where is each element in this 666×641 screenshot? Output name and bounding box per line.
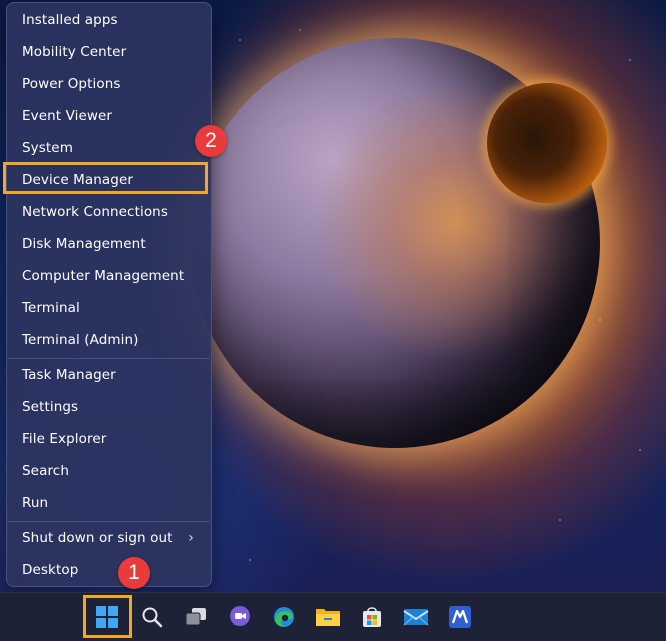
menu-item-installed-apps[interactable]: Installed apps bbox=[8, 5, 210, 35]
menu-item-desktop[interactable]: Desktop bbox=[8, 555, 210, 585]
menu-item-mobility-center[interactable]: Mobility Center bbox=[8, 37, 210, 67]
menu-item-system[interactable]: System bbox=[8, 133, 210, 163]
menu-item-terminal-admin[interactable]: Terminal (Admin) bbox=[8, 325, 210, 355]
menu-item-label: Run bbox=[22, 495, 49, 511]
menu-item-file-explorer[interactable]: File Explorer bbox=[8, 424, 210, 454]
menu-separator bbox=[8, 358, 210, 359]
menu-item-label: Search bbox=[22, 463, 69, 479]
app-icon[interactable] bbox=[443, 600, 477, 634]
menu-item-computer-management[interactable]: Computer Management bbox=[8, 261, 210, 291]
menu-item-label: Terminal (Admin) bbox=[22, 332, 139, 348]
menu-item-label: Task Manager bbox=[22, 367, 116, 383]
menu-item-label: Installed apps bbox=[22, 12, 118, 28]
quick-link-menu: Installed apps Mobility Center Power Opt… bbox=[6, 2, 212, 587]
microsoft-store-icon[interactable] bbox=[355, 600, 389, 634]
chat-icon[interactable] bbox=[223, 600, 257, 634]
menu-item-label: Desktop bbox=[22, 562, 79, 578]
task-view-icon[interactable] bbox=[179, 600, 213, 634]
file-explorer-icon[interactable] bbox=[311, 600, 345, 634]
menu-item-label: Network Connections bbox=[22, 204, 168, 220]
menu-item-label: Power Options bbox=[22, 76, 121, 92]
menu-item-label: System bbox=[22, 140, 73, 156]
device-manager-highlight-box bbox=[3, 162, 208, 194]
menu-item-label: Event Viewer bbox=[22, 108, 113, 124]
menu-item-label: Mobility Center bbox=[22, 44, 127, 60]
step-2-badge: 2 bbox=[195, 125, 227, 157]
mail-icon[interactable] bbox=[399, 600, 433, 634]
menu-item-search[interactable]: Search bbox=[8, 456, 210, 486]
wallpaper-moon bbox=[487, 83, 607, 203]
menu-item-network-connections[interactable]: Network Connections bbox=[8, 197, 210, 227]
edge-browser-icon[interactable] bbox=[267, 600, 301, 634]
menu-item-label: Shut down or sign out bbox=[22, 530, 173, 546]
menu-item-disk-management[interactable]: Disk Management bbox=[8, 229, 210, 259]
menu-item-shut-down-or-sign-out[interactable]: Shut down or sign out › bbox=[8, 523, 210, 553]
menu-item-run[interactable]: Run bbox=[8, 488, 210, 518]
step-1-badge: 1 bbox=[118, 557, 150, 589]
search-icon[interactable] bbox=[135, 600, 169, 634]
menu-item-task-manager[interactable]: Task Manager bbox=[8, 360, 210, 390]
menu-item-power-options[interactable]: Power Options bbox=[8, 69, 210, 99]
menu-item-label: Terminal bbox=[22, 300, 80, 316]
start-button-highlight-box bbox=[83, 595, 132, 638]
menu-item-terminal[interactable]: Terminal bbox=[8, 293, 210, 323]
menu-item-label: File Explorer bbox=[22, 431, 107, 447]
menu-item-event-viewer[interactable]: Event Viewer bbox=[8, 101, 210, 131]
menu-separator bbox=[8, 521, 210, 522]
menu-item-settings[interactable]: Settings bbox=[8, 392, 210, 422]
chevron-right-icon: › bbox=[188, 530, 194, 546]
menu-item-label: Computer Management bbox=[22, 268, 185, 284]
menu-item-label: Settings bbox=[22, 399, 79, 415]
menu-item-label: Disk Management bbox=[22, 236, 146, 252]
